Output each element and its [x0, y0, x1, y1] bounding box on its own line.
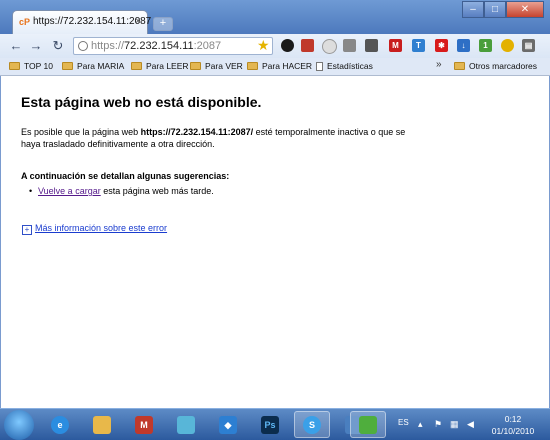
page-info-icon[interactable]	[78, 41, 88, 51]
bookmark-folder-hacer[interactable]: Para HACER	[247, 61, 312, 71]
bookmark-folder-ver[interactable]: Para VER	[190, 61, 243, 71]
taskbar-explorer-icon[interactable]	[84, 411, 120, 438]
close-window-button[interactable]: ✕	[506, 1, 544, 18]
more-info-link[interactable]: Más información sobre este error	[35, 223, 167, 233]
new-tab-button[interactable]: +	[153, 17, 173, 31]
extension-icon[interactable]: 1	[479, 39, 492, 52]
taskbar-ie-icon[interactable]: e	[42, 411, 78, 438]
minimize-button[interactable]: –	[462, 1, 484, 18]
window-controls: – □ ✕	[462, 1, 544, 18]
reload-icon[interactable]: ↻	[50, 38, 66, 54]
error-title: Esta página web no está disponible.	[21, 94, 262, 110]
tray-volume-icon[interactable]: ◀	[467, 419, 474, 430]
extension-icon[interactable]: M	[389, 39, 402, 52]
taskbar-photoshop-icon[interactable]: Ps	[252, 411, 288, 438]
bookmark-folder-top10[interactable]: TOP 10	[9, 61, 53, 71]
taskbar-people-icon[interactable]	[350, 411, 386, 438]
bookmark-other-folder[interactable]: Otros marcadores	[454, 61, 537, 71]
language-indicator[interactable]: ES	[398, 418, 409, 427]
browser-tab[interactable]: cP https://72.232.154.11:2087 ×	[12, 10, 152, 34]
reload-link[interactable]: Vuelve a cargar	[38, 186, 101, 196]
extension-icon[interactable]	[281, 39, 294, 52]
folder-icon	[454, 62, 465, 70]
tray-flag-icon[interactable]: ⚑	[434, 419, 442, 430]
extension-icon[interactable]: ✱	[435, 39, 448, 52]
bookmarks-overflow-chevron[interactable]: »	[436, 59, 442, 70]
address-url: https://72.232.154.11:2087	[91, 40, 222, 52]
bookmark-estadisticas[interactable]: Estadísticas	[316, 61, 373, 71]
taskbar-chrome-icon[interactable]: S	[294, 411, 330, 438]
folder-icon	[62, 62, 73, 70]
expand-plus-icon[interactable]: +	[22, 225, 32, 235]
bookmark-folder-leer[interactable]: Para LEER	[131, 61, 189, 71]
browser-toolbar: ← → ↻ https://72.232.154.11:2087 ★ M T ✱…	[0, 34, 550, 58]
folder-icon	[9, 62, 20, 70]
page-menu-icon[interactable]: ▤	[522, 39, 535, 52]
folder-icon	[190, 62, 201, 70]
extension-icon[interactable]	[301, 39, 314, 52]
title-bar: cP https://72.232.154.11:2087 × + – □ ✕	[0, 0, 550, 34]
suggestion-item: • Vuelve a cargar esta página web más ta…	[29, 186, 214, 196]
bullet-icon: •	[29, 186, 33, 196]
tab-title: https://72.232.154.11:2087	[33, 16, 152, 27]
suggestions-heading: A continuación se detallan algunas suger…	[21, 171, 230, 181]
page-icon	[316, 61, 323, 71]
page-content: Esta página web no está disponible. Es p…	[0, 76, 550, 408]
folder-icon	[131, 62, 142, 70]
bookmarks-bar: TOP 10 Para MARIA Para LEER Para VER Par…	[0, 58, 550, 76]
taskbar-mcafee-icon[interactable]: M	[126, 411, 162, 438]
system-clock[interactable]: 0:12 01/10/2010	[484, 413, 542, 437]
clock-time: 0:12	[504, 414, 522, 424]
clock-extension-icon[interactable]	[322, 39, 337, 54]
start-button[interactable]	[4, 410, 34, 440]
tray-arrow-icon[interactable]: ▴	[418, 419, 423, 430]
extension-icon[interactable]: ↓	[457, 39, 470, 52]
clock-date: 01/10/2010	[491, 426, 535, 436]
maximize-button[interactable]: □	[484, 1, 506, 18]
cpanel-favicon-icon: cP	[19, 17, 31, 27]
bookmark-star-icon[interactable]: ★	[257, 37, 270, 53]
forward-arrow-icon[interactable]: →	[28, 38, 44, 54]
tray-network-icon[interactable]: ▦	[450, 419, 459, 430]
extension-icon[interactable]	[365, 39, 378, 52]
extension-icon[interactable]	[343, 39, 356, 52]
taskbar-app-icon[interactable]	[168, 411, 204, 438]
error-url: https://72.232.154.11:2087/	[140, 127, 254, 137]
address-bar[interactable]: https://72.232.154.11:2087	[73, 37, 273, 55]
tab-close-icon[interactable]: ×	[135, 16, 141, 28]
windows-taskbar: e M ◆ Ps S ES ▴ ⚑ ▦ ◀ 0:12 01/10/2010	[0, 408, 550, 440]
extension-icon[interactable]	[501, 39, 514, 52]
more-info[interactable]: + Más información sobre este error	[22, 223, 167, 235]
folder-icon	[247, 62, 258, 70]
bookmark-folder-maria[interactable]: Para MARIA	[62, 61, 124, 71]
extension-icon[interactable]: T	[412, 39, 425, 52]
taskbar-dropbox-icon[interactable]: ◆	[210, 411, 246, 438]
back-arrow-icon[interactable]: ←	[8, 38, 24, 54]
error-description: Es posible que la página web https://72.…	[21, 127, 406, 149]
